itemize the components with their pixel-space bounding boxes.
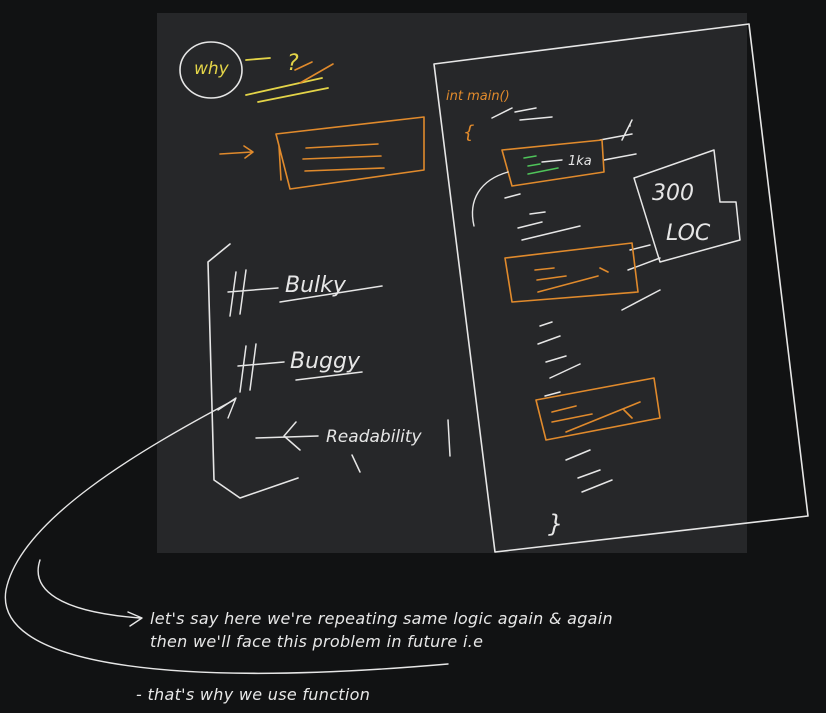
arrow-right-icon [219, 145, 254, 159]
open-brace: { [463, 122, 474, 143]
item-bulky: Bulky [285, 273, 347, 298]
item-buggy: Buggy [290, 349, 361, 374]
caption-line-3: - that's why we use function [136, 685, 371, 704]
highlighted-block-2 [504, 242, 639, 303]
curve-arrow [471, 171, 509, 227]
green-lines [523, 155, 559, 175]
question-mark: ? [287, 51, 299, 76]
loc-number: 300 [652, 181, 694, 206]
drawing-layer: why ? Bulky Buggy Readability int main()… [4, 23, 809, 674]
item-readability: Readability [326, 427, 423, 447]
close-brace: } [548, 510, 563, 538]
highlighted-block-3 [535, 377, 661, 441]
main-signature: int main() [446, 89, 510, 104]
caption-line-1: let's say here we're repeating same logi… [150, 609, 613, 628]
caption-line-2: then we'll face this problem in future i… [150, 632, 484, 651]
block-label: 1ka [568, 154, 592, 169]
arrow-line [541, 159, 563, 163]
loc-label: LOC [666, 221, 711, 246]
whiteboard-canvas: why ? Bulky Buggy Readability int main()… [0, 0, 826, 713]
code-block-box [275, 116, 425, 190]
code-block-lines [302, 143, 385, 172]
why-text: why [194, 59, 230, 79]
